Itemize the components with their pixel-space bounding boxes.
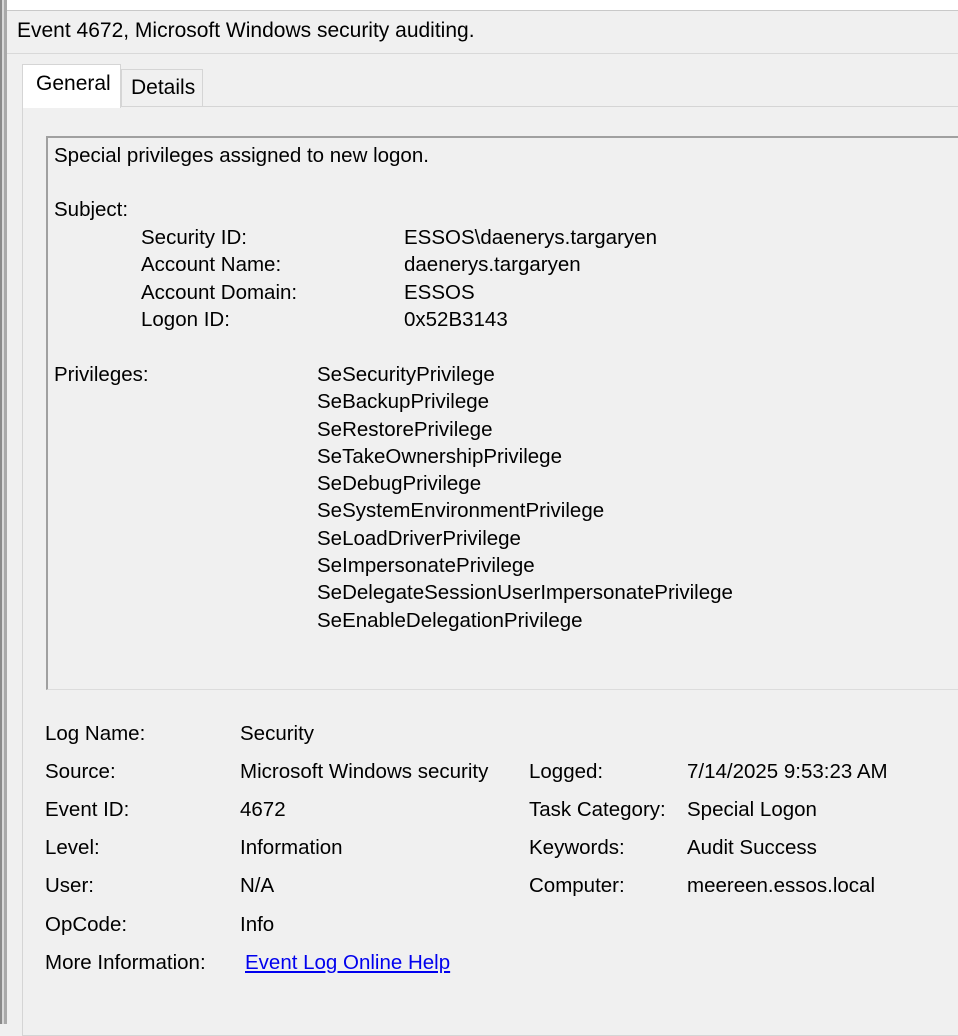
event-id-label: Event ID: [45,798,130,821]
account-domain-value: ESSOS [404,281,475,304]
event-summary: Special privileges assigned to new logon… [54,144,429,167]
level-label: Level: [45,836,100,859]
more-information-label: More Information: [45,951,206,974]
privilege-item: SeDebugPrivilege [317,472,482,495]
privilege-item: SeTakeOwnershipPrivilege [317,445,562,468]
privilege-item: SeImpersonatePrivilege [317,554,535,577]
task-category-value: Special Logon [687,798,817,821]
logon-id-value: 0x52B3143 [404,308,508,331]
privilege-item: SeEnableDelegationPrivilege [317,609,583,632]
keywords-value: Audit Success [687,836,817,859]
account-name-value: daenerys.targaryen [404,253,581,276]
logon-id-label: Logon ID: [141,308,230,331]
user-label: User: [45,874,94,897]
log-name-label: Log Name: [45,722,146,745]
subject-heading: Subject: [54,198,129,221]
opcode-label: OpCode: [45,913,128,936]
event-title: Event 4672, Microsoft Windows security a… [17,19,475,42]
account-name-label: Account Name: [141,253,282,276]
privilege-item: SeLoadDriverPrivilege [317,527,521,550]
privilege-item: SeSystemEnvironmentPrivilege [317,499,605,522]
computer-label: Computer: [529,874,625,897]
computer-value: meereen.essos.local [687,874,876,897]
user-value: N/A [240,874,275,897]
event-id-value: 4672 [240,798,286,821]
account-domain-label: Account Domain: [141,281,298,304]
event-description-box[interactable] [46,136,958,690]
logged-value: 7/14/2025 9:53:23 AM [687,760,888,783]
security-id-value: ESSOS\daenerys.targaryen [404,226,657,249]
task-category-label: Task Category: [529,798,666,821]
event-log-online-help-link[interactable]: Event Log Online Help [245,951,450,975]
security-id-label: Security ID: [141,226,247,249]
privilege-item: SeBackupPrivilege [317,390,490,413]
privilege-item: SeSecurityPrivilege [317,363,495,386]
keywords-label: Keywords: [529,836,625,859]
window-top-border [7,0,958,11]
window-left-border [0,0,7,1024]
tab-general[interactable]: General [22,64,121,108]
privileges-heading: Privileges: [54,363,149,386]
tab-details[interactable]: Details [121,69,203,106]
source-value: Microsoft Windows security [240,760,489,783]
event-title-bar: Event 4672, Microsoft Windows security a… [7,11,958,54]
logged-label: Logged: [529,760,604,783]
privilege-item: SeRestorePrivilege [317,418,493,441]
level-value: Information [240,836,343,859]
opcode-value: Info [240,913,275,936]
log-name-value: Security [240,722,315,745]
source-label: Source: [45,760,116,783]
privilege-item: SeDelegateSessionUserImpersonatePrivileg… [317,581,733,604]
